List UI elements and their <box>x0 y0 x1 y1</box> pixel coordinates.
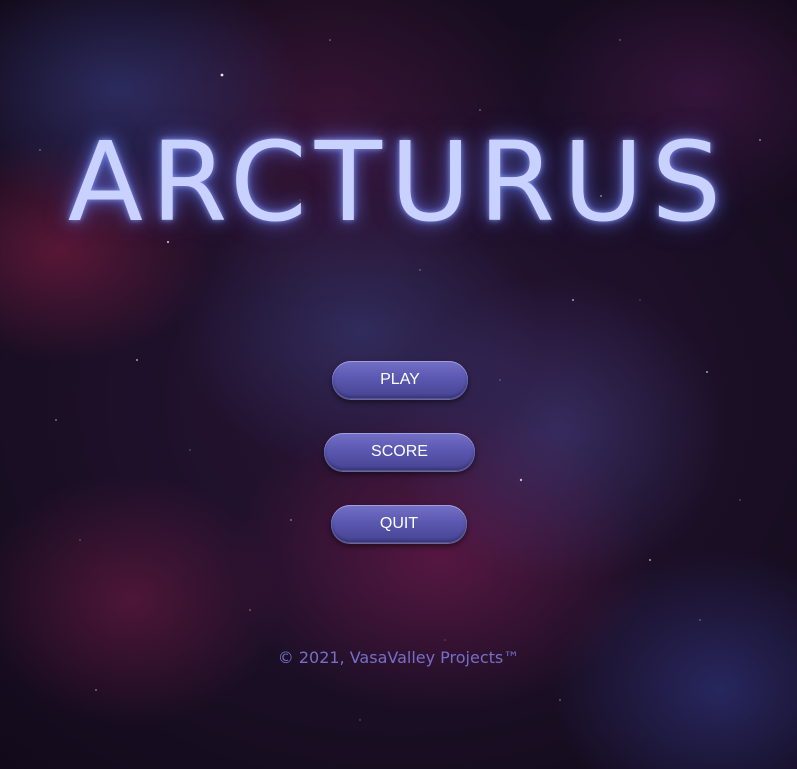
main-menu-screen: ARCTURUS PLAY SCORE QUIT © 2021, VasaVal… <box>0 0 797 769</box>
quit-button[interactable]: QUIT <box>331 505 467 543</box>
play-button[interactable]: PLAY <box>332 361 468 399</box>
score-button[interactable]: SCORE <box>324 433 475 471</box>
copyright-notice: © 2021, VasaValley Projects™ <box>277 648 520 667</box>
game-title: ARCTURUS <box>67 118 730 246</box>
